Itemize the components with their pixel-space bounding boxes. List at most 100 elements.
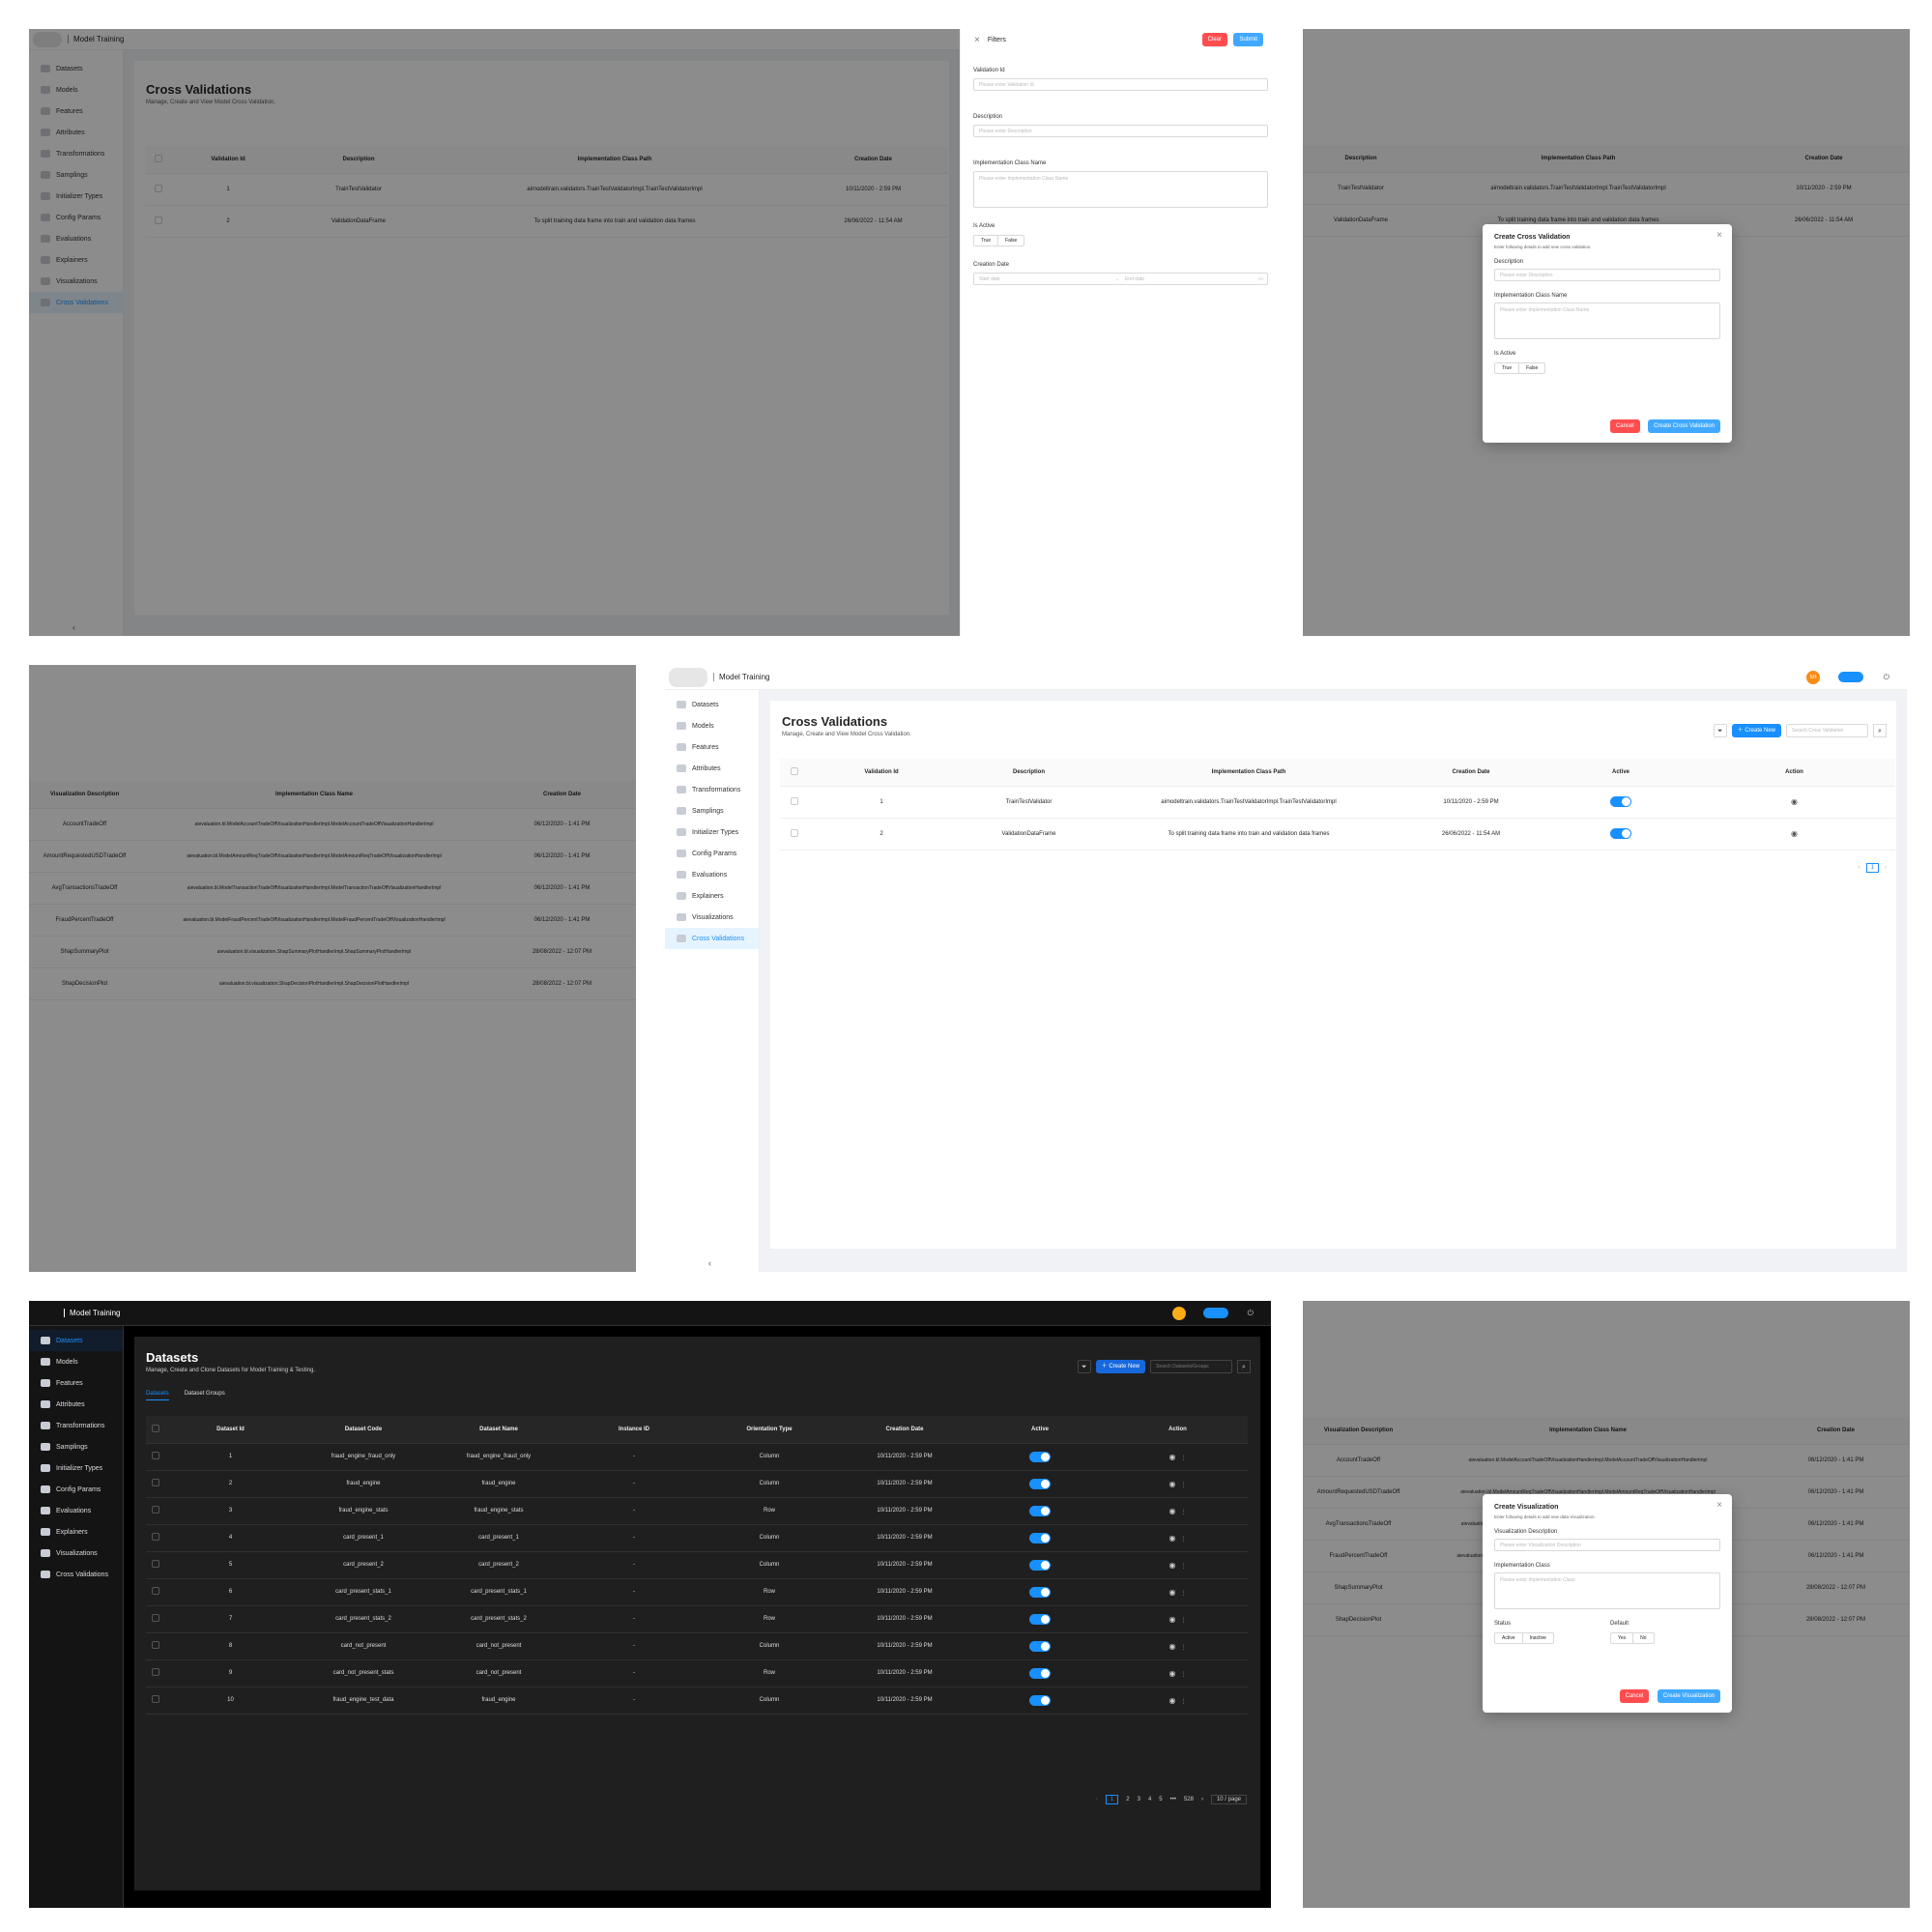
prev-page-icon[interactable]: ‹	[1096, 1797, 1098, 1802]
row-actions[interactable]: ◉ ⋮	[1108, 1470, 1248, 1498]
col-viz-description[interactable]: Visualization Description	[29, 781, 140, 809]
description-input[interactable]: Please enter Description	[1494, 269, 1720, 281]
row-actions[interactable]: ◉ ⋮	[1108, 1605, 1248, 1633]
row-checkbox[interactable]	[146, 1443, 165, 1471]
impl-textarea[interactable]: Please enter Implementation Class Name	[1494, 303, 1720, 339]
page-size-select[interactable]: 10 / page	[1210, 1795, 1247, 1804]
row-checkbox[interactable]	[146, 1497, 165, 1525]
sidebar-item-models[interactable]: Models	[29, 1351, 123, 1372]
page-ellipsis[interactable]: •••	[1170, 1797, 1176, 1802]
active-switch[interactable]	[1548, 786, 1693, 819]
cancel-button[interactable]: Cancel	[1619, 1689, 1650, 1703]
col-description[interactable]: Description	[286, 146, 431, 174]
row-checkbox[interactable]	[780, 786, 809, 819]
close-icon[interactable]: ×	[974, 35, 980, 45]
sidebar-item-samplings[interactable]: Samplings	[665, 800, 759, 822]
tab-datasets[interactable]: Datasets	[146, 1391, 169, 1400]
impl-textarea[interactable]: Please enter Implementation Class Name	[973, 171, 1268, 208]
collapse-chevron-icon[interactable]: ‹	[72, 622, 75, 632]
row-checkbox[interactable]	[146, 173, 170, 206]
close-icon[interactable]: ×	[1716, 1500, 1722, 1511]
search-icon[interactable]: ⌕	[1237, 1360, 1251, 1373]
inactive-option[interactable]: Inactive	[1521, 1633, 1553, 1643]
col-validation-id[interactable]: Validation Id	[170, 146, 286, 174]
create-viz-button[interactable]: Create Visualization	[1657, 1689, 1720, 1703]
row-actions[interactable]: ◉ ⋮	[1108, 1524, 1248, 1552]
true-option[interactable]: True	[974, 236, 997, 245]
sidebar-item-samplings[interactable]: Samplings	[29, 1436, 123, 1457]
active-switch[interactable]	[972, 1659, 1108, 1687]
select-all-checkbox[interactable]	[780, 759, 809, 787]
search-input[interactable]: Search Cross Validation	[1786, 724, 1868, 737]
sidebar-item-features[interactable]: Features	[665, 736, 759, 758]
description-input[interactable]: Please enter Description	[973, 125, 1268, 137]
row-checkbox[interactable]	[146, 1578, 165, 1606]
create-cv-button[interactable]: Create Cross Validation	[1648, 419, 1720, 433]
true-option[interactable]: True	[1495, 363, 1518, 373]
page-4[interactable]: 4	[1148, 1797, 1151, 1802]
active-switch[interactable]	[972, 1632, 1108, 1660]
next-page-icon[interactable]: ›	[1885, 865, 1887, 871]
page-1[interactable]: 1	[1105, 1795, 1119, 1804]
row-checkbox[interactable]	[146, 205, 170, 238]
create-new-button[interactable]: ＋ Create New	[1095, 1360, 1145, 1373]
clear-button[interactable]: Clear	[1201, 33, 1227, 46]
page-1[interactable]: 1	[1865, 863, 1879, 873]
active-switch[interactable]	[972, 1687, 1108, 1715]
row-checkbox[interactable]	[146, 1605, 165, 1633]
avatar[interactable]	[1172, 1306, 1186, 1320]
sidebar-item-visualizations[interactable]: Visualizations	[665, 907, 759, 928]
start-date-input[interactable]: Start date	[979, 274, 1114, 285]
row-checkbox[interactable]	[146, 1551, 165, 1579]
page-3[interactable]: 3	[1138, 1797, 1140, 1802]
view-eye-icon[interactable]: ◉	[1693, 818, 1895, 851]
sidebar-item-models[interactable]: Models	[29, 79, 123, 101]
sidebar-item-models[interactable]: Models	[665, 715, 759, 736]
avatar[interactable]: SH	[1806, 670, 1820, 684]
yes-option[interactable]: Yes	[1611, 1633, 1632, 1643]
sidebar-item-config-params[interactable]: Config Params	[665, 843, 759, 864]
sidebar-item-cross-validations[interactable]: Cross Validations	[665, 928, 759, 949]
sidebar-item-explainers[interactable]: Explainers	[665, 885, 759, 907]
sidebar-item-attributes[interactable]: Attributes	[29, 1394, 123, 1415]
col-orientation[interactable]: Orientation Type	[702, 1416, 837, 1444]
theme-toggle[interactable]	[1203, 1308, 1228, 1318]
col-creation-date[interactable]: Creation Date	[1394, 759, 1548, 787]
search-input[interactable]: Search Datasets/Groups	[1150, 1360, 1232, 1373]
filter-icon[interactable]: ⏷	[1713, 724, 1727, 737]
row-actions[interactable]: ◉ ⋮	[1108, 1443, 1248, 1471]
active-switch[interactable]	[972, 1497, 1108, 1525]
sidebar-item-evaluations[interactable]: Evaluations	[29, 228, 123, 249]
page-5[interactable]: 5	[1159, 1797, 1162, 1802]
cancel-button[interactable]: Cancel	[1609, 419, 1640, 433]
row-actions[interactable]: ◉ ⋮	[1108, 1551, 1248, 1579]
submit-button[interactable]: Submit	[1233, 33, 1263, 46]
viz-desc-input[interactable]: Please enter Visualization Description	[1494, 1539, 1720, 1551]
sidebar-item-evaluations[interactable]: Evaluations	[29, 1500, 123, 1521]
col-dataset-name[interactable]: Dataset Name	[431, 1416, 566, 1444]
sidebar-item-datasets[interactable]: Datasets	[29, 58, 123, 79]
validation-id-input[interactable]: Please enter Validation Id	[973, 78, 1268, 91]
date-range-picker[interactable]: Start date → End date ▭	[973, 273, 1268, 285]
theme-toggle[interactable]	[1838, 672, 1863, 682]
active-switch[interactable]	[972, 1551, 1108, 1579]
page-last[interactable]: 528	[1184, 1797, 1194, 1802]
sidebar-item-attributes[interactable]: Attributes	[29, 122, 123, 143]
sidebar-item-config-params[interactable]: Config Params	[29, 207, 123, 228]
impl-class-textarea[interactable]: Please enter Implementation Class	[1494, 1572, 1720, 1609]
end-date-input[interactable]: End date	[1125, 274, 1258, 285]
col-creation-date[interactable]: Creation Date	[837, 1416, 972, 1444]
tab-dataset-groups[interactable]: Dataset Groups	[185, 1391, 225, 1400]
col-dataset-id[interactable]: Dataset Id	[165, 1416, 296, 1444]
row-actions[interactable]: ◉ ⋮	[1108, 1659, 1248, 1687]
row-checkbox[interactable]	[146, 1659, 165, 1687]
sidebar-item-initializer-types[interactable]: Initializer Types	[665, 822, 759, 843]
view-eye-icon[interactable]: ◉	[1693, 786, 1895, 819]
col-creation-date[interactable]: Creation Date	[798, 146, 948, 174]
row-checkbox[interactable]	[146, 1632, 165, 1660]
col-creation-date[interactable]: Creation Date	[488, 781, 636, 809]
sidebar-item-samplings[interactable]: Samplings	[29, 164, 123, 186]
power-icon[interactable]: ⏻	[1248, 1309, 1254, 1318]
no-option[interactable]: No	[1632, 1633, 1653, 1643]
search-icon[interactable]: ⌕	[1873, 724, 1887, 737]
